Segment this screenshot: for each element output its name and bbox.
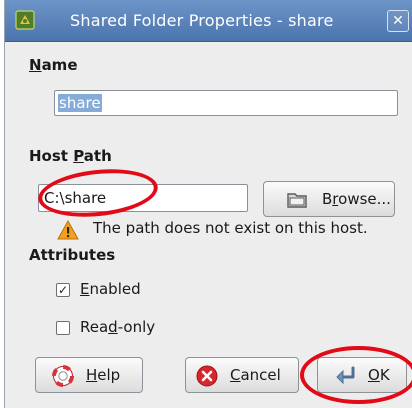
dialog-window: Shared Folder Properties - share ✕ Name … [4,0,412,408]
name-label-rest: ame [41,56,78,74]
host-path-label: Host Path [29,147,112,165]
warning-icon [57,220,79,240]
close-icon[interactable]: ✕ [387,10,409,32]
name-field[interactable]: share [54,90,398,116]
host-path-label-rest: ath [83,147,112,165]
host-path-label-start: Host [29,147,74,165]
readonly-label[interactable]: Read-only [80,318,155,336]
cancel-label: Cancel [230,366,281,384]
help-icon [52,365,74,387]
window-title: Shared Folder Properties - share [70,11,334,30]
cancel-icon [196,365,218,387]
host-path-label-mnemonic: P [73,147,84,165]
name-label-mnemonic: N [29,56,42,74]
folder-icon [287,193,307,208]
help-button[interactable]: Help [35,357,143,393]
ok-annotation-circle [300,346,412,404]
enabled-checkbox[interactable]: ✓ [56,283,70,297]
attributes-label: Attributes [29,246,116,264]
browse-button[interactable]: Browse... [263,181,395,217]
cancel-button[interactable]: Cancel [185,357,299,393]
name-field-value: share [58,94,102,112]
readonly-checkbox[interactable] [56,321,70,335]
browse-label: Browse... [322,190,391,208]
path-annotation-circle [35,163,161,223]
help-label: Help [86,366,121,384]
enabled-label[interactable]: Enabled [80,280,141,298]
title-bar[interactable]: Shared Folder Properties - share ✕ [5,0,412,42]
warning-message: The path does not exist on this host. [93,219,368,237]
app-icon [15,10,35,30]
name-label: Name [29,56,78,74]
